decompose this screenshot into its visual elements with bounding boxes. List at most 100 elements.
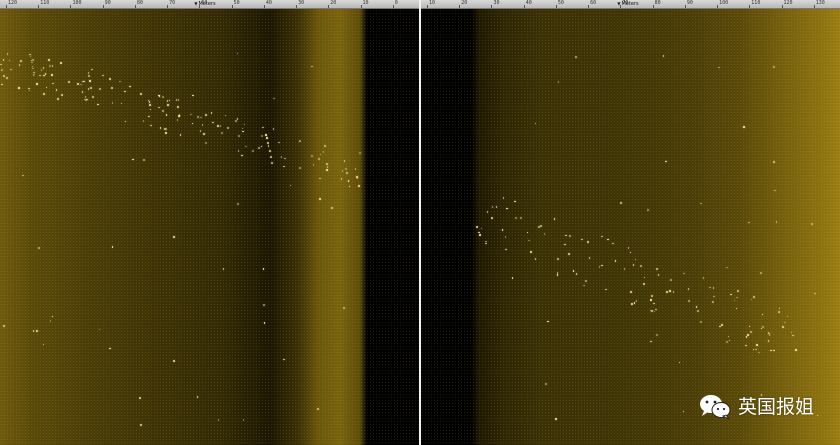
echo-speck	[196, 116, 199, 118]
echo-speck	[545, 383, 547, 385]
echo-speck	[176, 119, 179, 121]
echo-speck	[721, 324, 723, 326]
echo-speck	[553, 218, 556, 220]
echo-speck	[167, 104, 169, 106]
echo-speck	[575, 56, 578, 58]
left-ruler-tick	[328, 5, 330, 8]
left-ruler-tick-label: 40	[265, 0, 272, 6]
left-ruler-tick	[392, 5, 394, 8]
left-ruler-tick-label: 60	[201, 0, 208, 6]
right-ruler: ▼Meters 10 20 30 40 50 60 70 80 90 100 110 120 130	[421, 0, 840, 9]
echo-speck	[520, 216, 523, 219]
echo-speck	[88, 75, 90, 77]
left-ruler-tick	[296, 5, 298, 8]
echo-speck	[109, 78, 112, 80]
echo-speck	[515, 217, 517, 219]
left-ruler-tick	[231, 5, 233, 8]
left-ruler: ▼Meters 120 110 100 90 80 70 60 50 40 30 20 10 0	[0, 0, 419, 9]
right-ruler-tick	[684, 5, 686, 8]
echo-speck	[77, 82, 80, 85]
echo-speck	[768, 334, 771, 336]
echo-speck	[607, 238, 609, 241]
echo-speck	[540, 225, 542, 227]
echo-speck	[687, 287, 690, 290]
echo-speck	[324, 145, 326, 147]
echo-speck	[326, 162, 328, 165]
echo-speck	[782, 326, 785, 328]
echo-speck	[557, 257, 559, 260]
echo-speck	[631, 303, 633, 305]
echo-speck	[222, 268, 225, 270]
echo-speck	[356, 177, 359, 179]
echo-speck	[343, 307, 346, 309]
echo-speck	[270, 156, 272, 158]
echo-speck	[695, 306, 698, 308]
sonar-viewer: ▼Meters 120 110 100 90 80 70 60 50 40 30 20 10 0 ▼Me…	[0, 0, 840, 445]
echo-speck	[18, 86, 20, 89]
echo-speck	[162, 96, 164, 98]
right-ruler-tick	[491, 5, 493, 8]
echo-speck	[778, 311, 780, 313]
echo-speck	[642, 282, 645, 285]
echo-speck	[813, 292, 816, 295]
wechat-icon	[698, 393, 732, 421]
echo-speck	[36, 330, 38, 332]
right-ruler-tick	[652, 5, 654, 8]
echo-speck	[737, 290, 739, 292]
echo-speck	[583, 284, 585, 287]
echo-speck	[111, 87, 113, 89]
echo-speck	[60, 62, 62, 64]
echo-speck	[179, 134, 182, 136]
left-ruler-tick-label: 110	[40, 0, 50, 6]
right-ruler-tick-label: 110	[751, 0, 761, 6]
echo-speck	[700, 202, 702, 205]
left-ruler-tick	[6, 5, 7, 8]
echo-speck	[810, 223, 813, 225]
echo-speck	[263, 303, 266, 306]
right-ruler-tick	[555, 5, 557, 8]
left-ruler-tick	[70, 5, 72, 8]
echo-speck	[311, 154, 313, 157]
echo-speck	[647, 209, 649, 212]
right-ruler-tick-label: 100	[719, 0, 729, 6]
echo-speck	[319, 198, 321, 200]
echo-speck	[601, 235, 603, 238]
left-ruler-tick	[134, 5, 136, 8]
echo-speck	[736, 296, 738, 299]
echo-speck	[568, 235, 571, 237]
echo-speck	[773, 160, 775, 163]
echo-speck	[202, 133, 205, 135]
echo-speck	[326, 169, 328, 172]
echo-speck	[651, 310, 653, 312]
echo-speck	[770, 349, 772, 352]
echo-speck	[650, 299, 652, 301]
left-ruler-tick	[263, 5, 265, 8]
echo-speck	[158, 106, 160, 109]
echo-speck	[149, 104, 151, 106]
echo-speck	[358, 185, 360, 187]
echo-speck	[3, 325, 5, 327]
echo-speck	[760, 272, 762, 274]
right-ruler-tick-label: 20	[461, 0, 468, 6]
echo-speck	[61, 94, 63, 96]
echo-speck	[226, 126, 229, 129]
echo-speck	[265, 137, 268, 139]
echo-speck	[640, 265, 642, 267]
right-ruler-tick-label: 130	[815, 0, 825, 6]
echo-speck	[656, 268, 658, 271]
right-ruler-tick	[813, 5, 815, 8]
right-sonar-panel: ▼Meters 10 20 30 40 50 60 70 80 90 100 110 120 130	[421, 0, 840, 445]
echo-speck	[726, 341, 728, 343]
right-ruler-tick-label: 60	[590, 0, 597, 6]
echo-speck	[753, 295, 755, 298]
echo-speck	[530, 251, 532, 253]
echo-speck	[311, 65, 314, 68]
left-ruler-tick	[102, 5, 104, 8]
echo-speck	[345, 168, 347, 170]
echo-speck	[346, 172, 348, 174]
echo-speck	[6, 53, 9, 55]
left-ruler-tick-label: 70	[169, 0, 176, 6]
left-ruler-tick-label: 20	[330, 0, 337, 6]
echo-speck	[221, 131, 223, 134]
echo-speck	[588, 257, 591, 259]
